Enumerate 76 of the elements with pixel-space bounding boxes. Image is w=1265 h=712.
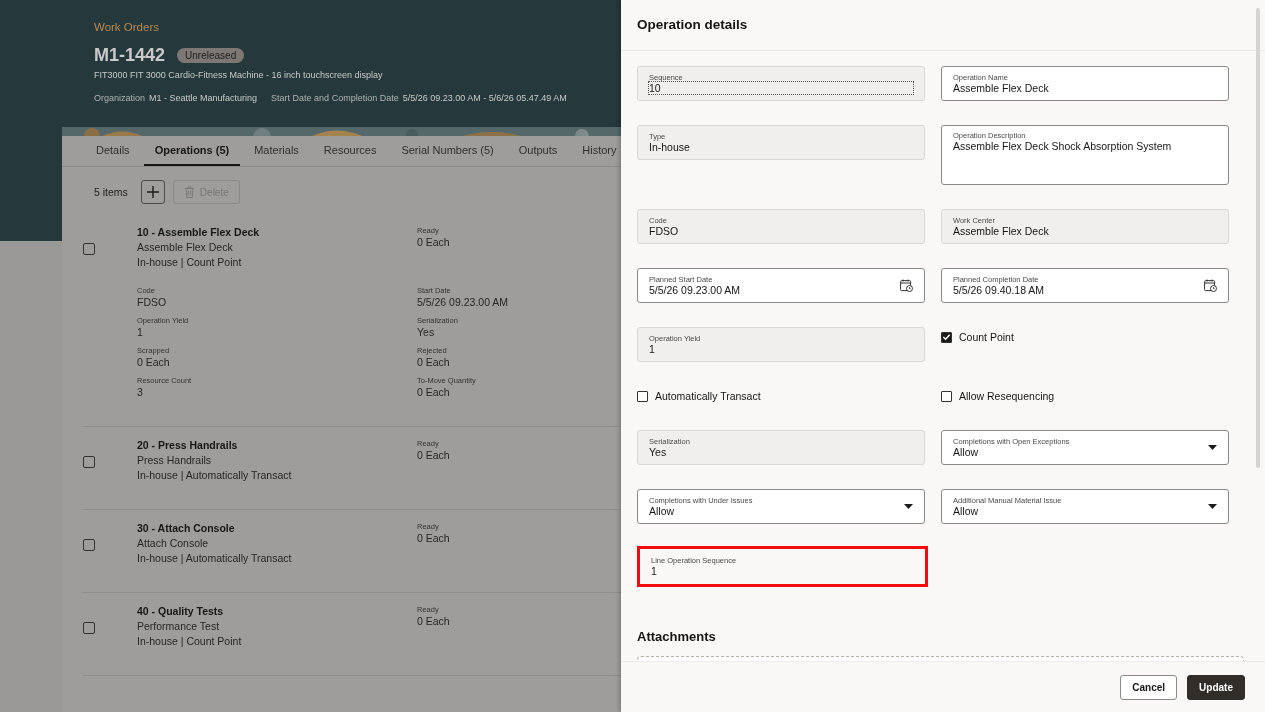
- field-value: Yes: [649, 446, 668, 458]
- operation-attributes: In-house | Automatically Transact: [137, 551, 293, 566]
- status-badge: Unreleased: [177, 48, 245, 63]
- field-value: 0 Each: [417, 235, 450, 250]
- field-value: FDSO: [137, 295, 168, 310]
- tab[interactable]: History: [571, 136, 621, 166]
- calendar-icon: [1204, 279, 1217, 292]
- field-value: 5/5/26 09.23.00 AM: [417, 295, 510, 310]
- page-title: M1-1442: [94, 45, 166, 66]
- meta-value: M1 - Seattle Manufacturing: [149, 93, 258, 103]
- tab[interactable]: Operations (5): [143, 136, 241, 166]
- meta-label: Organization: [94, 93, 146, 103]
- operation-attributes: In-house | Count Point: [137, 255, 243, 270]
- tab[interactable]: Outputs: [507, 136, 569, 166]
- add-button[interactable]: [140, 180, 165, 204]
- field-value: In-house: [649, 141, 691, 153]
- field-value: Yes: [417, 325, 436, 340]
- dropdown-caret-icon: [1208, 445, 1217, 450]
- operation-description: Press Handrails: [137, 453, 213, 468]
- field-value: FDSO: [649, 225, 680, 237]
- checkmark-icon: [942, 332, 951, 342]
- item-count: 5 items: [94, 186, 128, 198]
- row-checkbox[interactable]: [83, 622, 95, 634]
- field-value: Assemble Flex Deck: [953, 225, 1050, 237]
- item-description: FIT3000 FIT 3000 Cardio-Fitness Machine - 16 inch touchscreen display: [94, 70, 384, 80]
- field-value: Allow: [953, 446, 980, 458]
- field-value: 0 Each: [417, 531, 450, 546]
- operation-title[interactable]: 10 - Assemble Flex Deck: [137, 226, 417, 238]
- field-value: 0 Each: [137, 355, 171, 370]
- row-checkbox[interactable]: [83, 539, 95, 551]
- field-value: 0 Each: [417, 355, 451, 370]
- operation-title[interactable]: 40 - Quality Tests: [137, 605, 417, 617]
- field-value: 0 Each: [417, 614, 450, 629]
- field-value: 1: [651, 565, 658, 577]
- field-value: Allow: [953, 505, 980, 517]
- tab[interactable]: Serial Numbers (5): [390, 136, 505, 166]
- operation-attributes: In-house | Count Point: [137, 634, 243, 649]
- checkbox-label: Allow Resequencing: [959, 390, 1055, 402]
- checkbox[interactable]: [637, 390, 648, 402]
- dropdown-caret-icon: [1208, 504, 1217, 509]
- field-value: Allow: [649, 505, 676, 517]
- field-value: Assemble Flex Deck Shock Absorption System: [953, 140, 1173, 152]
- dropdown-caret-icon: [904, 504, 913, 509]
- row-checkbox[interactable]: [83, 243, 95, 255]
- checkbox[interactable]: [941, 331, 952, 343]
- checkbox[interactable]: [941, 390, 952, 402]
- field-value: 1: [137, 325, 144, 340]
- field-value: 5/5/26 09.40.18 AM: [953, 284, 1046, 296]
- trash-icon: [183, 186, 195, 198]
- section-heading: Attachments: [637, 629, 717, 644]
- operation-description: Assemble Flex Deck: [137, 240, 234, 255]
- meta-value: 5/5/26 09.23.00 AM - 5/6/26 05.47.49 AM: [402, 93, 567, 103]
- update-button[interactable]: Update: [1187, 674, 1245, 700]
- operation-attributes: In-house | Automatically Transact: [137, 468, 293, 483]
- tab[interactable]: Details: [84, 136, 141, 166]
- cancel-button[interactable]: Cancel: [1120, 674, 1178, 700]
- plus-icon: [145, 185, 160, 199]
- operation-description: Performance Test: [137, 619, 221, 634]
- breadcrumb-link[interactable]: Work Orders: [94, 21, 159, 33]
- field-value: 1: [649, 343, 656, 355]
- tab[interactable]: Resources: [312, 136, 388, 166]
- operation-title[interactable]: 20 - Press Handrails: [137, 439, 417, 451]
- checkbox-label: Automatically Transact: [655, 390, 761, 402]
- field-value: 0 Each: [417, 448, 450, 463]
- field-value: Assemble Flex Deck: [953, 82, 1050, 94]
- operation-description: Attach Console: [137, 536, 210, 551]
- field-value: 0 Each: [417, 385, 451, 400]
- tab[interactable]: Materials: [243, 136, 310, 166]
- operation-title[interactable]: 30 - Attach Console: [137, 522, 417, 534]
- row-checkbox[interactable]: [83, 456, 95, 468]
- meta-label: Start Date and Completion Date: [271, 93, 399, 103]
- checkbox-label: Count Point: [959, 331, 1014, 343]
- field-value: 10: [649, 82, 913, 94]
- field-value: 5/5/26 09.23.00 AM: [649, 284, 742, 296]
- field-value: 3: [137, 385, 144, 400]
- calendar-icon: [900, 279, 913, 292]
